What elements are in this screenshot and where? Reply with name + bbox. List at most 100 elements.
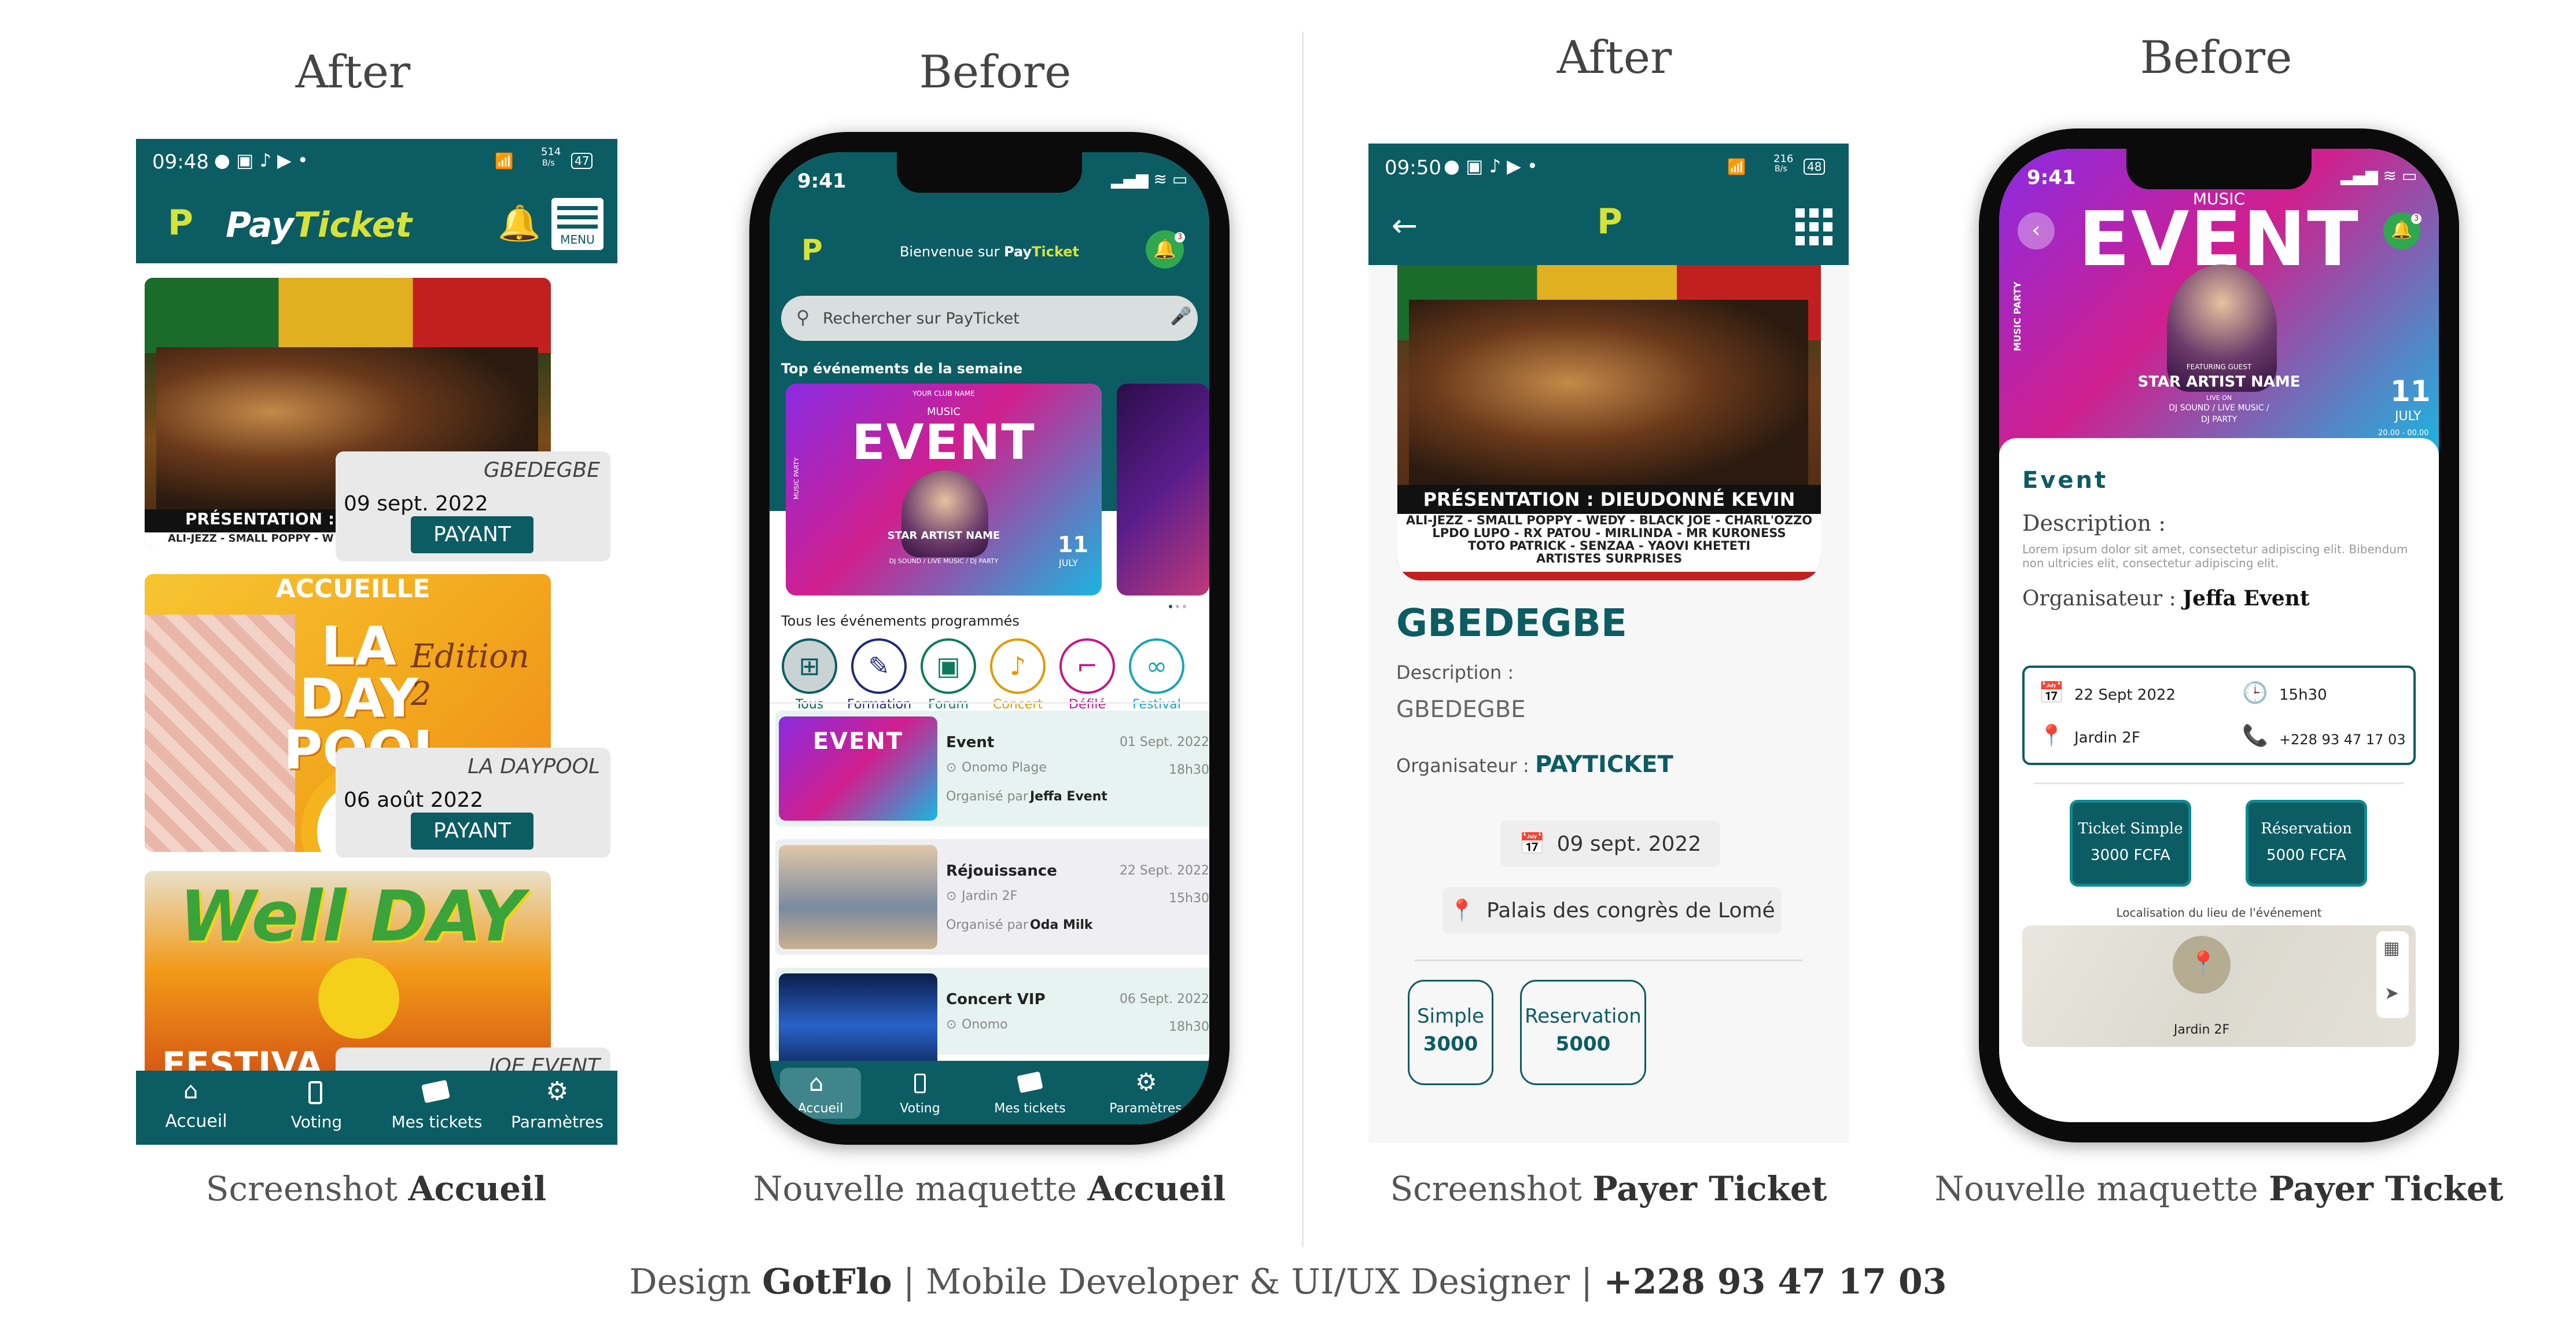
event-title: GBEDEGBE <box>1396 601 1627 645</box>
ticket-name: Reservation <box>1525 1005 1642 1028</box>
welcome-pay: Pay <box>1004 244 1032 260</box>
menu-line <box>557 225 598 229</box>
location-map[interactable]: 📍 Jardin 2F ▦ ➤ <box>2022 925 2416 1047</box>
banner-club-name: YOUR CLUB NAME <box>912 389 975 398</box>
nav-label: Voting <box>900 1101 940 1116</box>
map-pin-icon: 📍 <box>2189 950 2218 977</box>
map-pin-label: Jardin 2F <box>2173 1023 2230 1037</box>
notification-icons: ● ▣ ♪ ▶ • <box>214 149 308 171</box>
payant-button[interactable]: PAYANT <box>411 813 533 850</box>
back-arrow-icon[interactable]: ← <box>1392 207 1418 244</box>
app-name: PayTicket <box>226 205 412 245</box>
banner-event-title: EVENT <box>852 414 1036 471</box>
dj-figure <box>901 471 988 557</box>
bell-icon[interactable]: 🔔 <box>498 203 541 244</box>
nav-label: Accueil <box>797 1101 844 1116</box>
nav-accueil[interactable]: ⌂ Accueil <box>780 1068 861 1119</box>
ticket-simple-button[interactable]: Ticket Simple 3000 FCFA <box>2070 800 2191 887</box>
event-item-place: Onomo Plage <box>962 760 1047 775</box>
category-label: Tous <box>795 697 824 712</box>
event-list-item[interactable]: Concert VIP 06 Sept. 2022 ⊙ Onomo 18h30 <box>775 968 1209 1078</box>
caption-screenshot-payer: Screenshot Payer Ticket <box>1319 1169 1898 1208</box>
caption-bold: Payer Ticket <box>2269 1169 2504 1208</box>
heading-after-accueil: After <box>295 46 411 98</box>
nav-parametres[interactable]: ⚙ Paramètres <box>1094 1068 1198 1119</box>
event-item-organizer: Oda Milk <box>1030 918 1093 932</box>
event-item-organizer-label: Organisé par <box>946 918 1028 932</box>
category-label: Forum <box>928 697 969 712</box>
hero-live: LIVE ON <box>2206 394 2232 402</box>
grid-menu-icon[interactable] <box>1795 208 1832 245</box>
notch <box>897 152 1082 193</box>
event-thumbnail <box>779 845 937 949</box>
ticket-reservation-button[interactable]: Reservation 5000 <box>1520 980 1646 1085</box>
place-pill: 📍 Palais des congrès de Lomé <box>1442 887 1782 934</box>
category-formation[interactable]: ✎ Formation <box>847 638 911 712</box>
column-divider <box>1302 32 1304 1247</box>
caption-bold: Payer Ticket <box>1592 1169 1827 1208</box>
nav-label: Mes tickets <box>391 1112 483 1131</box>
top-event-banner[interactable]: YOUR CLUB NAME MUSIC EVENT STAR ARTIST N… <box>786 384 1102 596</box>
notification-count: 3 <box>1175 232 1185 242</box>
battery-icon: 48 <box>1804 159 1826 175</box>
caption-bold: Accueil <box>1087 1169 1226 1208</box>
all-events-title: Tous les événements programmés <box>781 613 1020 629</box>
group-photo <box>1409 300 1808 485</box>
nav-parametres[interactable]: ⚙ Paramètres <box>497 1071 617 1145</box>
ticket-price: 3000 FCFA <box>2091 847 2170 864</box>
phone-icon <box>308 1081 322 1104</box>
caption-prefix: Screenshot <box>1390 1169 1593 1208</box>
event-list-item[interactable]: EVENT Event 01 Sept. 2022 ⊙ Onomo Plage 18h30… <box>775 711 1209 826</box>
category-concert[interactable]: ♪ Concert <box>986 638 1050 712</box>
calendar-icon: 📅 <box>2038 681 2065 705</box>
event-date: 09 sept. 2022 <box>1556 832 1702 856</box>
nav-voting[interactable]: Voting <box>879 1068 961 1119</box>
organizer-value: Jeffa Event <box>2183 586 2310 611</box>
ticket-reservation-button[interactable]: Réservation 5000 FCFA <box>2246 800 2367 887</box>
heading-after-payer: After <box>1556 32 1672 84</box>
event-item-place: Onomo <box>962 1017 1008 1032</box>
back-button[interactable]: ‹ <box>2018 212 2055 249</box>
nav-mes-tickets[interactable]: Mes tickets <box>984 1068 1076 1119</box>
nav-mes-tickets[interactable]: Mes tickets <box>377 1071 497 1145</box>
event-item-date: 22 Sept. 2022 <box>1119 863 1209 878</box>
event-card-gbedegbe[interactable]: GBEDEGBE 09 sept. 2022 PAYANT <box>336 451 610 561</box>
chevron-left-icon: ‹ <box>2032 217 2041 242</box>
organizer-label: Organisateur : <box>2022 587 2183 611</box>
status-icons: ▂▄▆ ≋ ▭ <box>1111 170 1188 189</box>
search-icon: ⚲ <box>796 306 810 328</box>
map-layers-icon[interactable]: ▦ <box>2383 938 2400 958</box>
ticket-simple-button[interactable]: Simple 3000 <box>1408 980 1493 1085</box>
search-bar[interactable]: ⚲ Rechercher sur PayTicket 🎤 <box>781 296 1198 341</box>
category-forum[interactable]: ▣ Forum <box>917 638 980 712</box>
bottom-nav: ⌂ Accueil Voting Mes tickets ⚙ Paramètre… <box>770 1061 1209 1124</box>
poster-line: LPDO LUPO - RX PATOU - MIRLINDA - MR KUR… <box>1432 526 1786 540</box>
event-name: LA DAYPOOL <box>468 755 600 778</box>
category-tous[interactable]: ⊞ Tous <box>778 638 841 712</box>
poster-caption: ACCUEILLE <box>275 574 430 604</box>
app-logo: P <box>1597 201 1622 242</box>
payant-button[interactable]: PAYANT <box>411 516 533 553</box>
second-event-banner[interactable] <box>1117 384 1209 596</box>
status-icons: ▂▄▆ ≋ ▭ <box>2341 166 2417 185</box>
event-card-daypool[interactable]: LA DAYPOOL 06 août 2022 PAYANT <box>336 748 610 858</box>
event-list-item[interactable]: Réjouissance 22 Sept. 2022 ⊙ Jardin 2F 15h30… <box>775 839 1209 955</box>
banner-side-text: MUSIC PARTY <box>793 457 800 499</box>
menu-line <box>557 215 598 219</box>
event-time: 15h30 <box>2279 686 2327 704</box>
nav-voting[interactable]: Voting <box>256 1071 377 1145</box>
search-input[interactable]: Rechercher sur PayTicket <box>823 310 1020 328</box>
app-name-ticket: Ticket <box>293 205 413 245</box>
notification-icons: ● ▣ ♪ ▶ • <box>1444 155 1538 177</box>
bell-icon: 🔔 <box>2391 220 2413 240</box>
ticket-price: 3000 <box>1423 1032 1478 1056</box>
carousel-dots <box>1169 605 1192 608</box>
mic-icon[interactable]: 🎤 <box>1170 306 1191 326</box>
event-item-date: 01 Sept. 2022 <box>1119 735 1209 749</box>
category-festival[interactable]: ∞ Festival <box>1125 638 1188 712</box>
hero-month: JULY <box>2395 409 2422 424</box>
menu-button[interactable]: MENU <box>551 198 603 250</box>
navigate-icon[interactable]: ➤ <box>2384 983 2399 1004</box>
nav-accueil[interactable]: ⌂ Accueil <box>136 1071 256 1145</box>
category-défilé[interactable]: ⌐ Défilé <box>1055 638 1119 712</box>
